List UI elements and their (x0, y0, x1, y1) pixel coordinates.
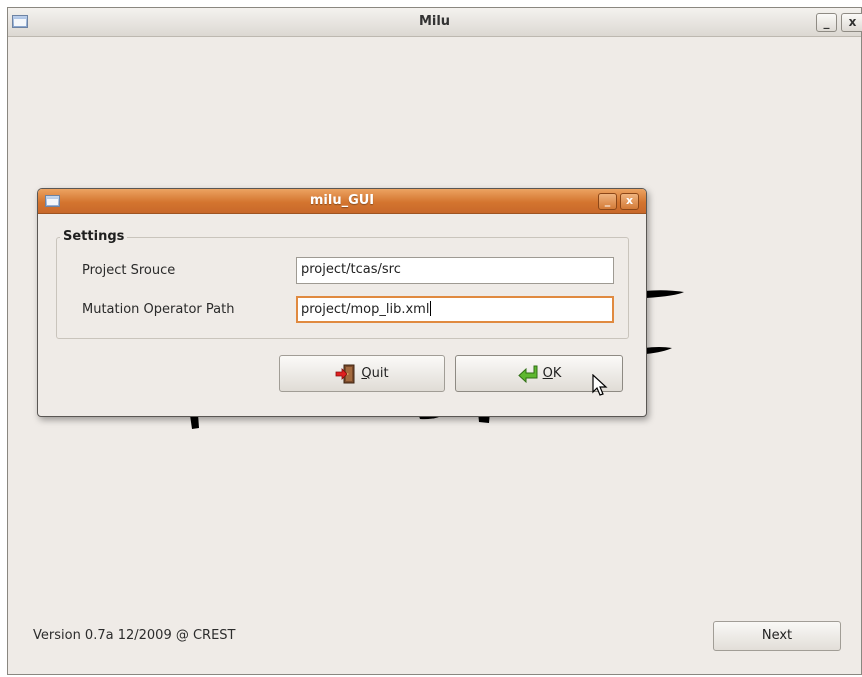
main-titlebar[interactable]: Milu _ x (8, 8, 862, 37)
settings-dialog: milu_GUI _ x Settings Project Srouce pro… (37, 188, 647, 417)
main-window-title: Milu (418, 14, 451, 29)
settings-legend: Settings (60, 229, 128, 244)
project-source-value: project/tcas/src (301, 262, 401, 277)
text-caret (430, 301, 432, 316)
minimize-button[interactable]: _ (816, 13, 837, 32)
mutation-operator-path-value: project/mop_lib.xml (301, 302, 430, 317)
dialog-titlebar[interactable]: milu_GUI _ x (38, 189, 646, 214)
version-label: Version 0.7a 12/2009 @ CREST (33, 628, 236, 643)
project-source-label: Project Srouce (82, 263, 176, 278)
ok-label: OK (542, 366, 562, 381)
project-source-input[interactable]: project/tcas/src (296, 257, 614, 284)
mutation-operator-path-label: Mutation Operator Path (82, 302, 235, 317)
next-button[interactable]: Next (713, 621, 841, 651)
ok-arrow-icon (517, 365, 538, 383)
dialog-close-button[interactable]: x (620, 193, 639, 210)
dialog-minimize-button[interactable]: _ (598, 193, 617, 210)
close-button[interactable]: x (841, 13, 862, 32)
quit-button[interactable]: Quit (279, 355, 445, 392)
quit-door-icon (336, 364, 355, 383)
quit-label: Quit (361, 366, 389, 381)
dialog-title: milu_GUI (309, 193, 375, 208)
mutation-operator-path-input[interactable]: project/mop_lib.xml (296, 296, 614, 323)
settings-frame (56, 237, 629, 339)
mouse-pointer-icon (592, 374, 608, 396)
